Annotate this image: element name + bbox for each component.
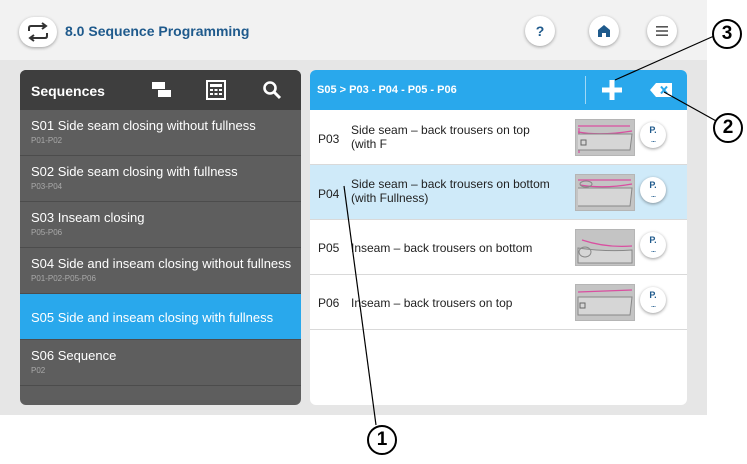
callout-3: 3 xyxy=(712,19,742,49)
callout-1: 1 xyxy=(367,425,397,455)
callout-2: 2 xyxy=(713,113,743,143)
callout-lines xyxy=(343,35,719,426)
